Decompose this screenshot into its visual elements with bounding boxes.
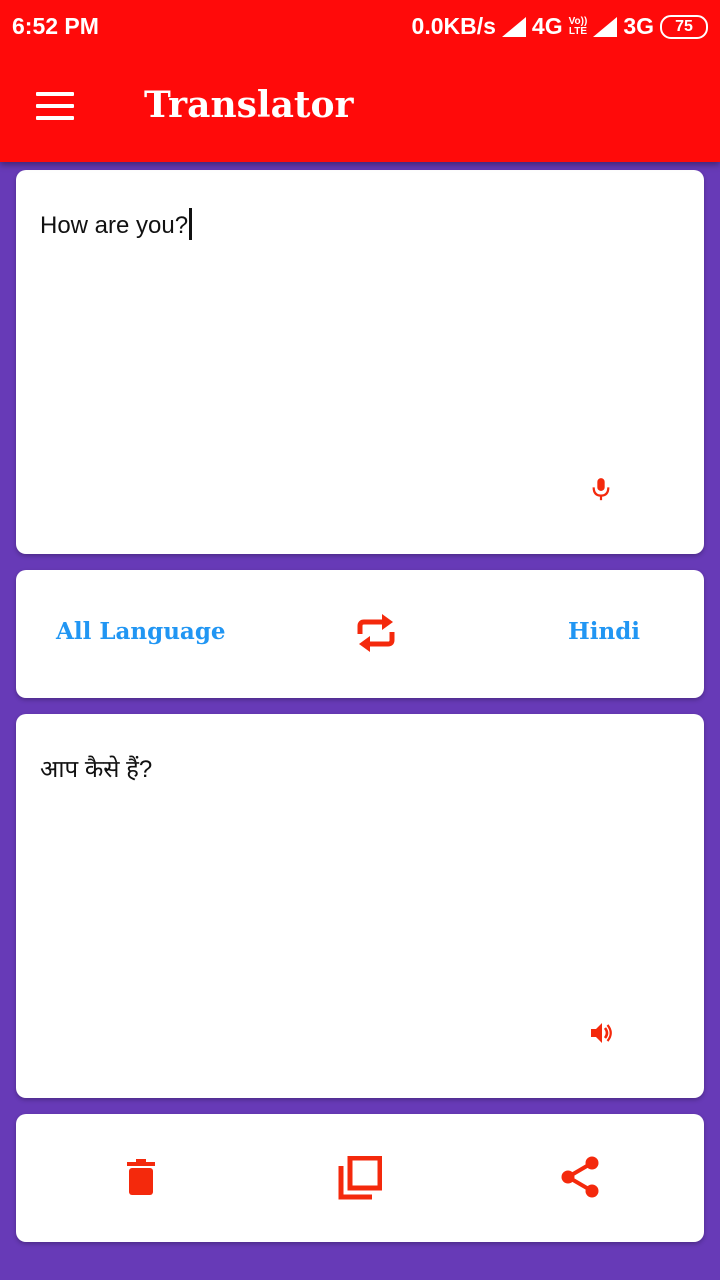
app-bar: 6:52 PM 0.0KB/s 4G Vo)) LTE 3G 75 Transl… — [0, 0, 720, 162]
app-title: Translator — [144, 84, 354, 126]
copy-icon[interactable] — [338, 1155, 383, 1200]
hamburger-menu-icon[interactable] — [36, 92, 76, 120]
status-bar: 6:52 PM 0.0KB/s 4G Vo)) LTE 3G 75 — [0, 0, 720, 52]
microphone-icon[interactable] — [590, 476, 612, 506]
network-type-2: 3G — [623, 13, 654, 39]
network-type-1: 4G — [531, 13, 563, 39]
swap-repeat-icon[interactable] — [356, 612, 396, 654]
trash-icon[interactable] — [126, 1158, 156, 1196]
network-speed: 0.0KB/s — [411, 13, 496, 39]
speaker-volume-icon[interactable] — [590, 1022, 614, 1044]
language-bar: All Language Hindi — [16, 570, 704, 698]
target-language-selector[interactable]: Hindi — [568, 618, 640, 645]
signal-icon — [501, 16, 526, 37]
actions-bar — [16, 1114, 704, 1242]
input-card[interactable]: How are you? — [16, 170, 704, 554]
text-cursor — [189, 208, 193, 240]
status-icons: 0.0KB/s 4G Vo)) LTE 3G 75 — [412, 13, 708, 40]
output-text: आप कैसे हैं? — [40, 756, 153, 783]
status-time: 6:52 PM — [12, 13, 99, 39]
share-icon[interactable] — [560, 1156, 600, 1198]
source-language-selector[interactable]: All Language — [56, 618, 226, 645]
signal-icon-2 — [593, 16, 618, 37]
input-text-field[interactable]: How are you? — [40, 208, 193, 240]
volte-bottom: LTE — [568, 25, 588, 37]
output-card: आप कैसे हैं? — [16, 714, 704, 1098]
battery-icon: 75 — [660, 14, 708, 39]
input-text: How are you? — [40, 212, 189, 239]
volte-icon: Vo)) LTE — [568, 16, 588, 37]
